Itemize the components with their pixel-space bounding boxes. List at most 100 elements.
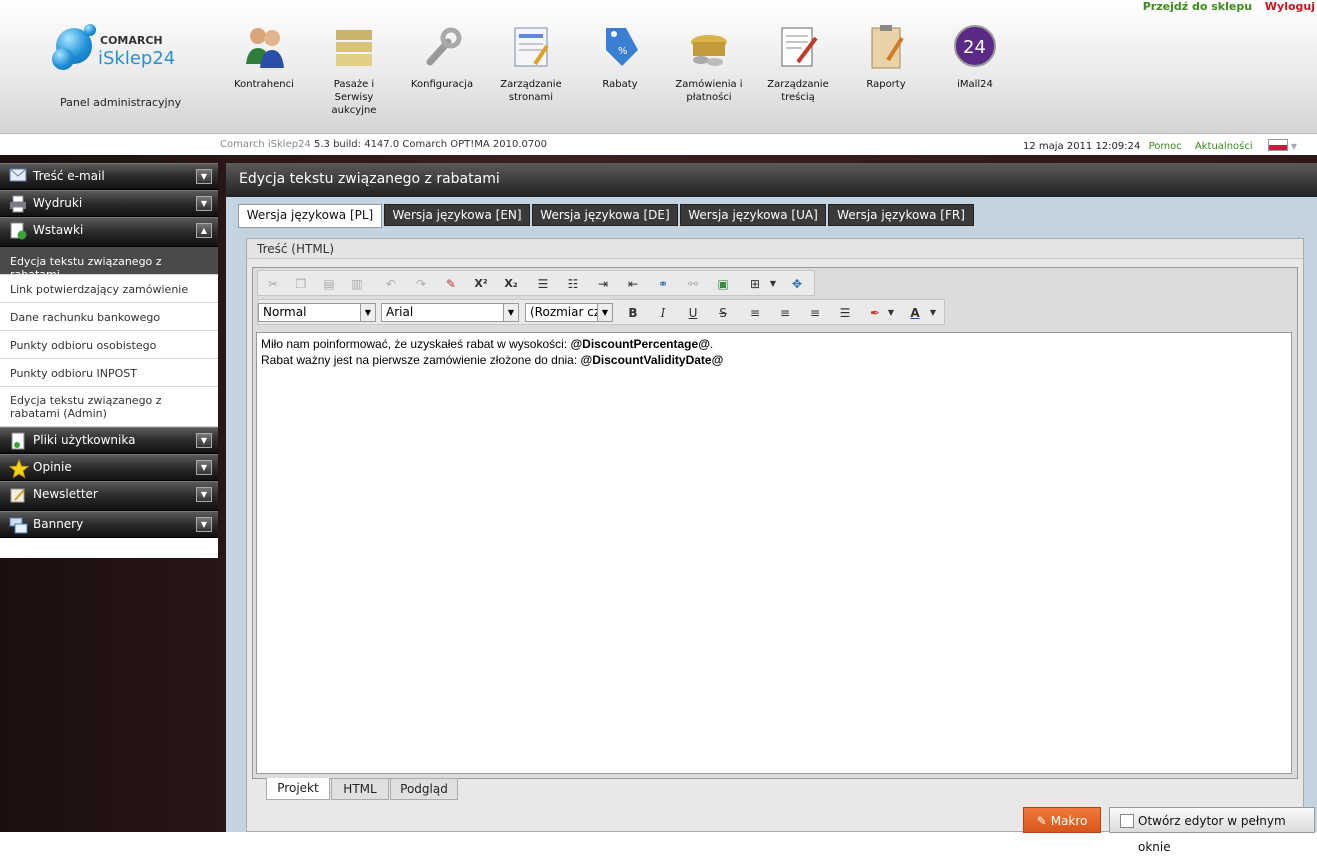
text-color-icon[interactable]: A: [906, 304, 924, 322]
nav-zarzadzanie-stronami[interactable]: Zarządzanie stronami: [493, 20, 569, 104]
nav-label: Rabaty: [602, 79, 638, 90]
chevron-down-icon[interactable]: ▼: [924, 304, 942, 322]
sidebar-item-pickup-points[interactable]: Punkty odbioru osobistego: [0, 331, 218, 359]
nav-label: Kontrahenci: [234, 79, 294, 90]
news-link[interactable]: Aktualności: [1195, 141, 1253, 152]
link-icon[interactable]: ⚭: [654, 275, 672, 293]
nav-label: Raporty: [866, 79, 906, 90]
strikethrough-icon[interactable]: S: [714, 304, 732, 322]
top-links: Przejdź do sklepu Wyloguj: [1134, 0, 1315, 13]
main-content: Edycja tekstu związanego z rabatami Wers…: [226, 163, 1317, 854]
fullscreen-icon[interactable]: ✥: [788, 275, 806, 293]
font-select[interactable]: Arial ▼: [381, 303, 519, 322]
copy-icon[interactable]: ❐: [292, 275, 310, 293]
nav-pasaze[interactable]: Pasaże i Serwisy aukcyjne: [316, 20, 392, 117]
cut-icon[interactable]: ✂: [264, 275, 282, 293]
subscript-icon[interactable]: X₂: [502, 275, 520, 293]
underline-icon[interactable]: U: [684, 304, 702, 322]
sidebar-item-bank-data[interactable]: Dane rachunku bankowego: [0, 303, 218, 331]
paste-icon[interactable]: ▤: [320, 275, 338, 293]
align-center-icon[interactable]: ≡: [776, 304, 794, 322]
tab-lang-fr[interactable]: Wersja językowa [FR]: [828, 204, 974, 226]
logout-link[interactable]: Wyloguj: [1265, 0, 1315, 13]
sidebar-section-opinie[interactable]: Opinie ▼: [0, 454, 218, 481]
sidebar-section-label: Opinie: [33, 460, 72, 474]
chevron-down-icon[interactable]: ▼: [196, 517, 212, 532]
align-left-icon[interactable]: ≡: [746, 304, 764, 322]
sidebar-item-inpost[interactable]: Punkty odbioru INPOST: [0, 359, 218, 387]
sidebar-section-email[interactable]: Treść e-mail ▼: [0, 163, 218, 190]
paste-text-icon[interactable]: ▥: [348, 275, 366, 293]
superscript-icon[interactable]: X²: [472, 275, 490, 293]
content-text: Rabat ważny jest na pierwsze zamówienie …: [261, 353, 581, 367]
nav-zamowienia[interactable]: Zamówienia i płatności: [671, 20, 747, 104]
logo-product: iSklep24: [98, 48, 176, 69]
html-editor: ✂ ❐ ▤ ▥ ↶ ↷ ✎ X² X₂ ☰ ☷ ⇥ ⇤ ⚭ ⚯ ▣ ⊞ ▼ ✥: [252, 267, 1298, 800]
unlink-icon[interactable]: ⚯: [684, 275, 702, 293]
chevron-down-icon[interactable]: ▼: [764, 275, 782, 293]
nav-label: iMall24: [957, 79, 993, 90]
font-size-select[interactable]: (Rozmiar czcionki)▼: [525, 303, 613, 322]
chevron-down-icon[interactable]: ▼: [196, 460, 212, 475]
sidebar-section-newsletter[interactable]: Newsletter ▼: [0, 481, 218, 511]
chevron-down-icon[interactable]: ▼: [196, 169, 212, 184]
nav-raporty[interactable]: Raporty: [848, 20, 924, 91]
makro-button[interactable]: ✎ Makro: [1023, 807, 1101, 833]
table-icon[interactable]: ⊞: [746, 275, 764, 293]
align-right-icon[interactable]: ≡: [806, 304, 824, 322]
format-select[interactable]: Normal ▼: [258, 303, 376, 322]
sidebar-section-wydruki[interactable]: Wydruki ▼: [0, 190, 218, 217]
chevron-down-icon[interactable]: ▼: [196, 433, 212, 448]
italic-icon[interactable]: I: [654, 304, 672, 322]
imall24-icon: 24: [951, 20, 999, 74]
chevron-down-icon[interactable]: ▼: [196, 487, 212, 502]
nav-rabaty[interactable]: % Rabaty: [582, 20, 658, 91]
bold-icon[interactable]: B: [624, 304, 642, 322]
chevron-down-icon[interactable]: ▼: [882, 304, 900, 322]
chevron-down-icon[interactable]: ▼: [1291, 142, 1297, 151]
tab-lang-pl[interactable]: Wersja językowa [PL]: [238, 204, 382, 228]
content-text: .: [709, 337, 714, 351]
sidebar-item-discount-text[interactable]: Edycja tekstu związanego z rabatami: [0, 247, 218, 281]
tab-lang-en[interactable]: Wersja językowa [EN]: [384, 204, 530, 226]
help-link[interactable]: Pomoc: [1149, 141, 1182, 152]
current-datetime: 12 maja 2011 12:09:24: [1022, 141, 1141, 152]
chevron-down-icon[interactable]: ▼: [196, 196, 212, 211]
numbered-list-icon[interactable]: ☰: [534, 275, 552, 293]
content-line-1: Miło nam poinformować, że uzyskałeś raba…: [261, 336, 1287, 352]
clipboard-icon: [862, 20, 910, 74]
version-info: Comarch iSklep24 5.3 build: 4147.0 Comar…: [220, 139, 547, 150]
logo[interactable]: COMARCH iSklep24 Panel administracyjny: [46, 22, 226, 112]
nav-konfiguracja[interactable]: Konfiguracja: [404, 20, 480, 91]
bullet-list-icon[interactable]: ☷: [564, 275, 582, 293]
nav-kontrahenci[interactable]: Kontrahenci: [226, 20, 302, 91]
nav-zarzadzanie-trescia[interactable]: Zarządzanie treścią: [760, 20, 836, 104]
tab-lang-ua[interactable]: Wersja językowa [UA]: [680, 204, 826, 226]
outdent-icon[interactable]: ⇤: [624, 275, 642, 293]
nav-imall24[interactable]: 24 iMall24: [937, 20, 1013, 91]
open-full-editor-button[interactable]: Otwórz edytor w pełnym oknie: [1109, 807, 1315, 854]
nav-label: Pasaże i Serwisy aukcyjne: [331, 79, 377, 116]
spellcheck-icon[interactable]: ✎: [442, 275, 460, 293]
tab-podglad[interactable]: Podgląd: [390, 778, 458, 800]
tab-lang-de[interactable]: Wersja językowa [DE]: [532, 204, 678, 226]
sidebar-section-wstawki[interactable]: Wstawki ▲: [0, 217, 218, 247]
logo-subtitle: Panel administracyjny: [60, 96, 182, 109]
tab-html[interactable]: HTML: [331, 778, 389, 800]
macro-icon: ✎: [1036, 814, 1047, 828]
chevron-down-icon: ▼: [503, 304, 518, 321]
image-icon[interactable]: ▣: [714, 275, 732, 293]
redo-icon[interactable]: ↷: [412, 275, 430, 293]
align-justify-icon[interactable]: ☰: [836, 304, 854, 322]
sidebar-item-discount-text-admin[interactable]: Edycja tekstu związanego z rabatami (Adm…: [0, 387, 218, 427]
sidebar-section-pliki[interactable]: Pliki użytkownika ▼: [0, 427, 218, 454]
editor-content-area[interactable]: Miło nam poinformować, że uzyskałeś raba…: [256, 332, 1292, 774]
editor-toolbar-top: ✂ ❐ ▤ ▥ ↶ ↷ ✎ X² X₂ ☰ ☷ ⇥ ⇤ ⚭ ⚯ ▣ ⊞ ▼ ✥: [257, 270, 815, 296]
language-flag-icon[interactable]: [1267, 139, 1288, 151]
sidebar-section-bannery[interactable]: Bannery ▼: [0, 511, 218, 538]
undo-icon[interactable]: ↶: [382, 275, 400, 293]
indent-icon[interactable]: ⇥: [594, 275, 612, 293]
go-to-shop-link[interactable]: Przejdź do sklepu: [1143, 0, 1252, 13]
chevron-up-icon[interactable]: ▲: [196, 223, 212, 238]
tab-projekt[interactable]: Projekt: [266, 778, 330, 800]
